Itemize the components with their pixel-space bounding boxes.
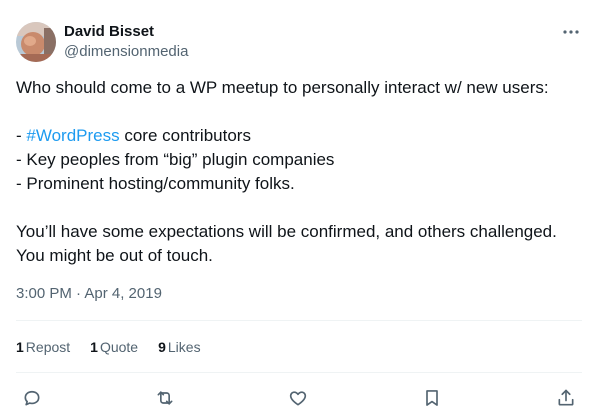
tweet-header: David Bisset @dimensionmedia [16,20,582,64]
reposts-count: 1 [16,339,24,355]
repost-icon[interactable] [153,386,177,410]
reply-icon[interactable] [20,386,44,410]
likes-count: 9 [158,339,166,355]
tweet-stats: 1 Repost 1 Quote 9 Likes [16,337,221,357]
avatar[interactable] [16,22,56,62]
tweet-line: - Key peoples from “big” plugin companie… [16,150,335,169]
tweet-line: Who should come to a WP meetup to person… [16,78,549,97]
action-bar [20,386,580,410]
tweet-line: You’ll have some expectations will be co… [16,222,557,241]
hashtag-link[interactable]: #WordPress [26,126,119,145]
author-name[interactable]: David Bisset [64,22,188,42]
more-icon[interactable] [560,22,582,42]
divider [16,372,582,373]
like-icon[interactable] [286,386,310,410]
reposts-stat[interactable]: 1 Repost [16,337,70,357]
quotes-count: 1 [90,339,98,355]
reposts-label: Repost [25,339,71,355]
tweet-line: - Prominent hosting/community folks. [16,174,295,193]
tweet-line: - #WordPress core contributors [16,124,582,148]
author-handle[interactable]: @dimensionmedia [64,42,188,62]
tweet-line: You might be out of touch. [16,246,213,265]
likes-stat[interactable]: 9 Likes [158,337,200,357]
tweet-text: Who should come to a WP meetup to person… [16,76,582,268]
quotes-label: Quote [99,339,139,355]
likes-label: Likes [167,339,201,355]
tweet-timestamp[interactable]: 3:00 PM · Apr 4, 2019 [16,284,162,304]
share-icon[interactable] [554,386,578,410]
tweet-text-fragment: - [16,126,27,145]
divider [16,320,582,321]
bookmark-icon[interactable] [420,386,444,410]
quotes-stat[interactable]: 1 Quote [90,337,138,357]
tweet-text-fragment: core contributors [119,126,251,145]
